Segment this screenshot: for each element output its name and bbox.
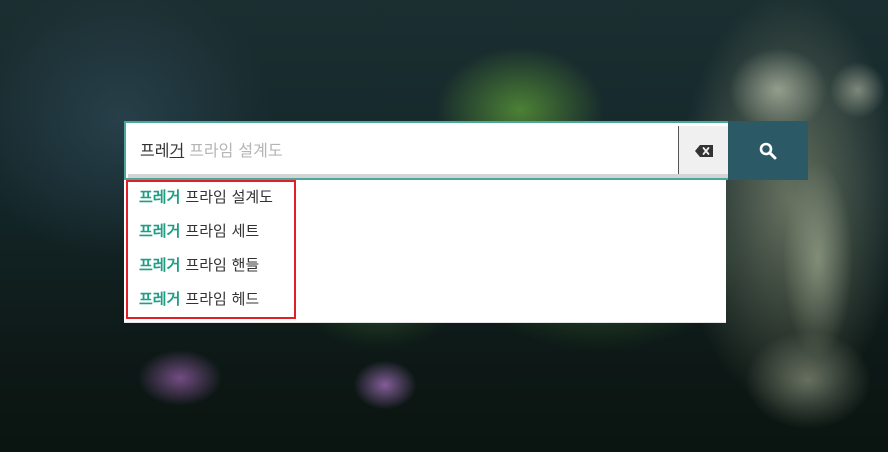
magnifier-icon	[759, 142, 777, 160]
composing-character: 거	[169, 141, 185, 160]
autocomplete-dropdown: 프레거 프라임 설계도 프레거 프라임 세트 프레거 프라임 핸들 프레거 프라임 헤드	[124, 180, 726, 323]
input-underline	[128, 174, 728, 178]
clear-search-button[interactable]	[678, 126, 728, 176]
search-input[interactable]: 프레거 프라임 설계도	[124, 121, 728, 180]
annotation-highlight-box	[126, 180, 296, 319]
autocomplete-ghost-text: 프라임 설계도	[189, 141, 283, 160]
search-button[interactable]	[728, 121, 808, 180]
backspace-clear-icon	[695, 145, 713, 157]
search-bar: 프레거 프라임 설계도	[124, 121, 808, 180]
search-input-text[interactable]: 프레거 프라임 설계도	[140, 141, 283, 161]
typed-text: 프레	[140, 141, 170, 160]
